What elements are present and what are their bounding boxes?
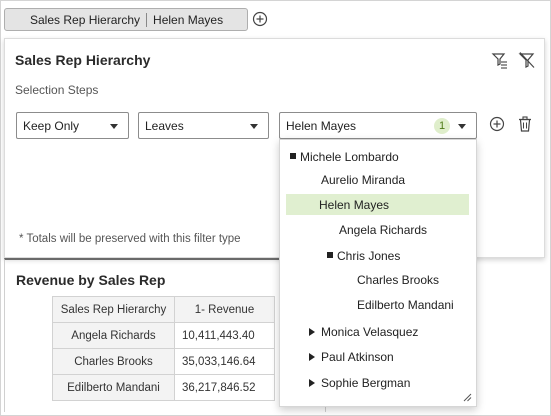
tree-item-label: Paul Atkinson: [321, 349, 394, 364]
collapsed-triangle-icon[interactable]: [309, 352, 315, 361]
tree-item-label: Monica Velasquez: [321, 324, 419, 339]
add-step-icon[interactable]: [488, 115, 506, 133]
tree-item-label: Aurelio Miranda: [321, 172, 406, 187]
column-header-revenue: 1- Revenue: [174, 296, 275, 323]
tree-item[interactable]: Edilberto Mandani: [357, 294, 454, 315]
filter-settings-icon[interactable]: [491, 51, 509, 69]
members-count-badge: 1: [434, 118, 450, 134]
member-tree-dropdown: Michele Lombardo Aurelio Miranda Helen M…: [279, 139, 477, 407]
tree-item-selected[interactable]: Helen Mayes: [286, 194, 469, 215]
filter-clear-icon[interactable]: [518, 51, 536, 69]
tree-item-label: Charles Brooks: [357, 272, 440, 287]
members-select-value: Helen Mayes: [286, 118, 357, 133]
tree-item-label: Edilberto Mandani: [357, 297, 454, 312]
expanded-triangle-icon[interactable]: [290, 152, 296, 159]
filter-chip[interactable]: Sales Rep Hierarchy Helen Mayes: [4, 8, 248, 31]
tree-item-label: Chris Jones: [337, 248, 401, 263]
tree-item-label: Michele Lombardo: [300, 149, 399, 164]
chevron-down-icon: [250, 124, 258, 129]
chevron-down-icon: [458, 124, 466, 129]
action-select[interactable]: Keep Only: [16, 112, 129, 139]
chevron-down-icon: [110, 124, 118, 129]
tree-item[interactable]: Michele Lombardo: [290, 146, 399, 167]
tree-item[interactable]: Paul Atkinson: [309, 346, 394, 367]
members-select[interactable]: Helen Mayes 1: [279, 112, 477, 139]
row-revenue: 10,411,443.40: [174, 322, 275, 349]
add-filter-icon[interactable]: [252, 11, 268, 27]
collapsed-triangle-icon[interactable]: [309, 378, 315, 387]
table-row: Edilberto Mandani 36,217,846.52: [52, 374, 275, 401]
expanded-triangle-icon[interactable]: [327, 251, 333, 258]
trash-icon[interactable]: [516, 115, 534, 133]
level-select-value: Leaves: [145, 118, 184, 133]
report-title: Revenue by Sales Rep: [16, 272, 166, 288]
tree-item[interactable]: Chris Jones: [327, 245, 400, 266]
row-sales-rep: Charles Brooks: [52, 348, 175, 375]
column-header-sales-rep: Sales Rep Hierarchy: [52, 296, 175, 323]
table-row: Angela Richards 10,411,443.40: [52, 322, 275, 349]
tree-item-label: Angela Richards: [339, 222, 428, 237]
filter-chip-value: Helen Mayes: [153, 12, 224, 27]
collapsed-triangle-icon[interactable]: [309, 327, 315, 336]
tree-item[interactable]: Angela Richards: [339, 219, 427, 240]
table-row: Charles Brooks 35,033,146.64: [52, 348, 275, 375]
tree-item[interactable]: Charles Brooks: [357, 269, 439, 290]
tree-item-label: Sophie Bergman: [321, 375, 411, 390]
filter-chip-separator: [146, 12, 148, 27]
filter-chip-dimension: Sales Rep Hierarchy: [30, 12, 141, 27]
resize-grip-icon[interactable]: [462, 392, 472, 402]
panel-title: Sales Rep Hierarchy: [15, 52, 151, 68]
tree-item-label: Helen Mayes: [319, 197, 390, 212]
tree-item[interactable]: Monica Velasquez: [309, 321, 418, 342]
row-sales-rep: Edilberto Mandani: [52, 374, 175, 401]
action-select-value: Keep Only: [23, 118, 80, 133]
totals-note: * Totals will be preserved with this fil…: [19, 233, 241, 245]
tree-item[interactable]: Sophie Bergman: [309, 372, 410, 393]
revenue-table: Sales Rep Hierarchy 1- Revenue Angela Ri…: [52, 296, 275, 401]
table-header-row: Sales Rep Hierarchy 1- Revenue: [52, 296, 275, 323]
row-revenue: 36,217,846.52: [174, 374, 275, 401]
revenue-report: Revenue by Sales Rep Sales Rep Hierarchy…: [4, 258, 326, 412]
row-sales-rep: Angela Richards: [52, 322, 175, 349]
selection-steps-label: Selection Steps: [15, 83, 99, 97]
level-select[interactable]: Leaves: [138, 112, 269, 139]
row-revenue: 35,033,146.64: [174, 348, 275, 375]
tree-item[interactable]: Aurelio Miranda: [321, 169, 405, 190]
